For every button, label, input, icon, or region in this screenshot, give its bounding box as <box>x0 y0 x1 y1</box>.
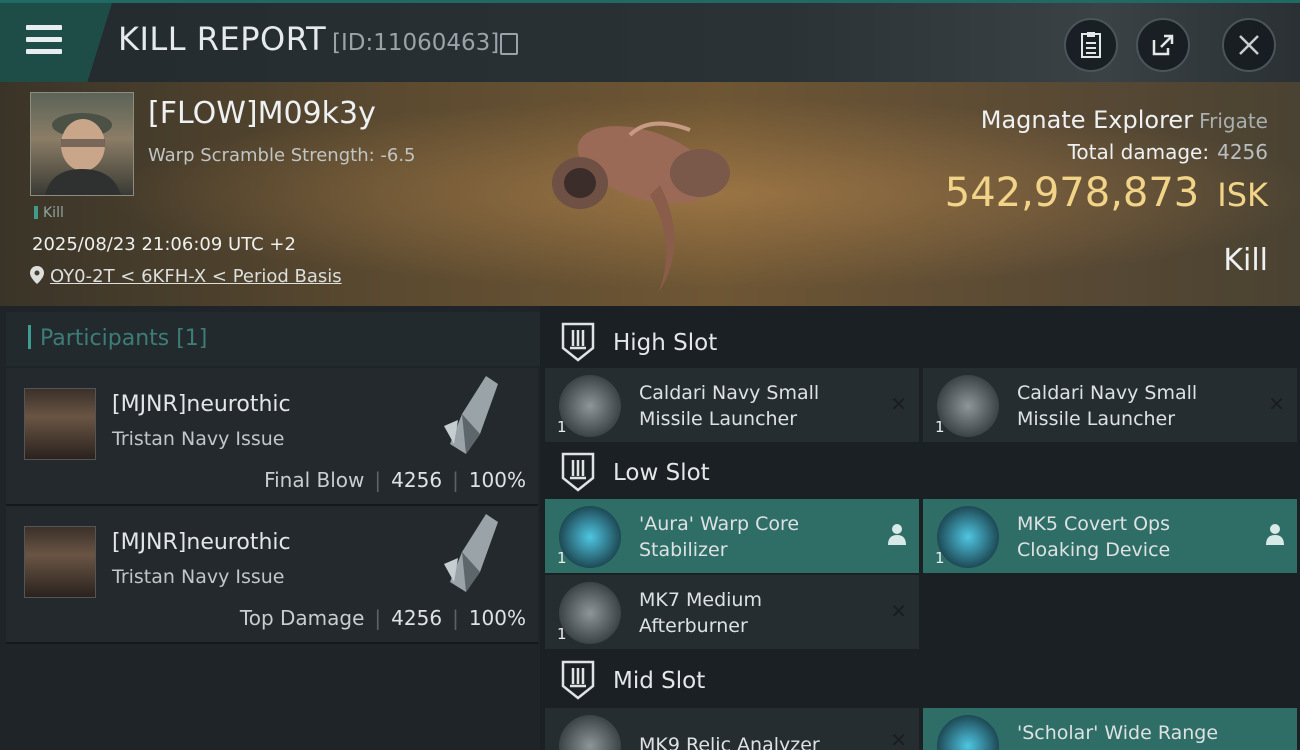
participant-avatar <box>24 526 96 598</box>
scanner-icon <box>937 715 999 750</box>
missile-launcher-icon <box>559 375 621 437</box>
module-item[interactable]: 1 MK7 Medium Afterburner ✕ <box>545 575 919 649</box>
total-damage-label: Total damage: <box>1067 140 1210 164</box>
cloaking-device-icon <box>937 506 999 568</box>
participant-avatar <box>24 388 96 460</box>
participants-title: Participants [1] <box>28 325 207 351</box>
module-name: 'Aura' Warp Core Stabilizer <box>639 513 800 561</box>
total-damage-value: 4256 <box>1217 140 1268 164</box>
module-quantity: 1 <box>935 418 945 436</box>
module-item[interactable]: 1 Caldari Navy Small Missile Launcher ✕ <box>923 368 1297 442</box>
kill-tag: Kill <box>34 205 64 221</box>
participant-stats: Top Damage | 4256 | 100% <box>239 606 526 630</box>
clipboard-button[interactable] <box>1064 18 1118 72</box>
module-name: MK9 Relic Analyzer <box>639 734 820 750</box>
participant-damage-pct: 100% <box>468 606 526 630</box>
clipboard-icon <box>1081 32 1101 58</box>
module-quantity: 1 <box>935 549 945 567</box>
pilot-silhouette <box>45 113 121 195</box>
module-name: 'Scholar' Wide Range <box>1017 722 1219 744</box>
x-icon: ✕ <box>890 392 907 416</box>
participant-damage: 4256 <box>391 468 443 492</box>
warp-core-stabilizer-icon <box>559 506 621 568</box>
participant-row[interactable]: [MJNR]neurothic Tristan Navy Issue Top D… <box>6 506 538 644</box>
victim-ship-name[interactable]: Magnate Explorer Frigate <box>981 106 1268 134</box>
relic-analyzer-icon <box>559 715 621 750</box>
high-slot-icon <box>561 322 595 362</box>
participant-ship: Tristan Navy Issue <box>112 428 285 450</box>
participant-ship: Tristan Navy Issue <box>112 566 285 588</box>
module-name: Caldari Navy Small Missile Launcher <box>639 382 820 430</box>
mid-slot-header: Mid Slot <box>545 648 1295 712</box>
afterburner-icon <box>559 582 621 644</box>
module-item[interactable]: MK9 Relic Analyzer ✕ <box>545 708 919 750</box>
page-title: KILL REPORT <box>118 20 327 58</box>
participant-ship-image <box>444 514 498 592</box>
slot-label: Mid Slot <box>613 668 706 694</box>
person-icon <box>1266 524 1284 545</box>
share-icon <box>1152 34 1174 56</box>
ship-name-text: Magnate Explorer <box>980 106 1194 134</box>
module-item[interactable]: 1 'Aura' Warp Core Stabilizer <box>545 499 919 573</box>
participant-damage-pct: 100% <box>468 468 526 492</box>
location-pin-icon <box>30 266 44 284</box>
hamburger-icon <box>26 25 62 55</box>
module-quantity: 1 <box>557 549 567 567</box>
module-item[interactable]: 'Scholar' Wide Range <box>923 708 1297 750</box>
participant-ship-image <box>444 376 498 454</box>
kill-datetime: 2025/08/23 21:06:09 UTC +2 <box>32 234 296 255</box>
kill-result: Kill <box>1223 243 1268 278</box>
module-item[interactable]: 1 Caldari Navy Small Missile Launcher ✕ <box>545 368 919 442</box>
low-slot-icon <box>561 452 595 492</box>
share-button[interactable] <box>1136 18 1190 72</box>
slot-label: Low Slot <box>613 460 710 486</box>
total-damage: Total damage: 4256 <box>1068 140 1268 164</box>
module-quantity: 1 <box>557 625 567 643</box>
low-slot-header: Low Slot <box>545 440 1295 504</box>
module-name: MK5 Covert Ops Cloaking Device <box>1017 513 1171 561</box>
module-name: MK7 Medium Afterburner <box>639 589 762 637</box>
report-id: [ID:11060463] <box>332 30 500 56</box>
participant-role: Top Damage <box>239 606 365 630</box>
victim-ship-image <box>552 121 730 293</box>
participant-stats: Final Blow | 4256 | 100% <box>264 468 526 492</box>
close-button[interactable] <box>1222 18 1276 72</box>
slot-label: High Slot <box>613 330 718 356</box>
ship-class: Frigate <box>1199 109 1268 133</box>
copy-icon[interactable] <box>500 33 518 55</box>
module-name: Caldari Navy Small Missile Launcher <box>1017 382 1198 430</box>
victim-portrait[interactable] <box>30 92 134 196</box>
module-item[interactable]: 1 MK5 Covert Ops Cloaking Device <box>923 499 1297 573</box>
isk-value: 542,978,873 ISK <box>945 170 1268 216</box>
location-link[interactable]: OY0-2T < 6KFH-X < Period Basis <box>50 266 342 287</box>
isk-amount: 542,978,873 <box>944 170 1200 216</box>
person-icon <box>888 524 906 545</box>
kill-location[interactable]: OY0-2T < 6KFH-X < Period Basis <box>30 266 342 287</box>
participant-name: [MJNR]neurothic <box>112 530 291 555</box>
high-slot-header: High Slot <box>545 310 1295 374</box>
missile-launcher-icon <box>937 375 999 437</box>
x-icon: ✕ <box>1268 392 1285 416</box>
participant-row[interactable]: [MJNR]neurothic Tristan Navy Issue Final… <box>6 368 538 506</box>
participant-damage: 4256 <box>391 606 443 630</box>
isk-unit: ISK <box>1217 176 1268 214</box>
mid-slot-icon <box>561 660 595 700</box>
participant-role: Final Blow <box>264 468 365 492</box>
x-icon: ✕ <box>890 728 907 750</box>
x-icon: ✕ <box>890 599 907 623</box>
warp-scramble-strength: Warp Scramble Strength: -6.5 <box>148 145 416 166</box>
close-icon <box>1239 35 1259 55</box>
module-quantity: 1 <box>557 418 567 436</box>
participant-name: [MJNR]neurothic <box>112 392 291 417</box>
victim-pilot-name[interactable]: [FLOW]M09k3y <box>148 96 376 131</box>
